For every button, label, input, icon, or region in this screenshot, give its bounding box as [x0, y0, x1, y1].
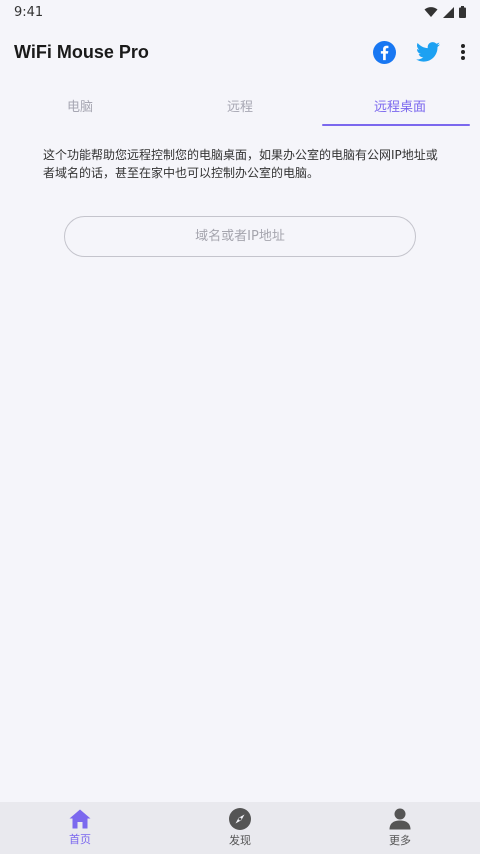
status-time: 9:41: [14, 4, 44, 20]
more-vert-icon: [461, 44, 465, 60]
app-bar: WiFi Mouse Pro: [0, 24, 480, 80]
nav-label: 首页: [69, 833, 91, 846]
status-icons: [424, 6, 466, 18]
bottom-nav: 首页 发现 更多: [0, 802, 480, 854]
nav-more[interactable]: 更多: [320, 802, 480, 854]
nav-discover[interactable]: 发现: [160, 802, 320, 854]
tab-computer[interactable]: 电脑: [0, 84, 160, 126]
tab-remote[interactable]: 远程: [160, 84, 320, 126]
nav-label: 发现: [229, 834, 251, 847]
battery-icon: [459, 6, 466, 18]
tab-label: 电脑: [66, 99, 93, 115]
host-address-input[interactable]: [64, 216, 416, 257]
nav-label: 更多: [389, 834, 411, 847]
facebook-icon: [373, 40, 396, 64]
more-button[interactable]: [460, 43, 466, 61]
tab-bar: 电脑 远程 远程桌面: [0, 84, 480, 126]
app-actions: [373, 40, 466, 64]
twitter-button[interactable]: [416, 42, 440, 62]
tab-label: 远程: [226, 99, 253, 115]
home-icon: [69, 809, 91, 829]
status-bar: 9:41: [0, 0, 480, 24]
facebook-button[interactable]: [373, 40, 396, 64]
compass-icon: [229, 808, 251, 830]
wifi-icon: [424, 7, 438, 17]
signal-icon: [443, 6, 454, 18]
person-icon: [389, 808, 411, 830]
tab-remote-desktop[interactable]: 远程桌面: [320, 84, 480, 126]
nav-home[interactable]: 首页: [0, 802, 160, 854]
feature-description: 这个功能帮助您远程控制您的电脑桌面，如果办公室的电脑有公网IP地址或者域名的话，…: [43, 148, 438, 180]
tab-label: 远程桌面: [373, 99, 426, 115]
app-title: WiFi Mouse Pro: [14, 41, 149, 62]
twitter-icon: [416, 42, 440, 62]
